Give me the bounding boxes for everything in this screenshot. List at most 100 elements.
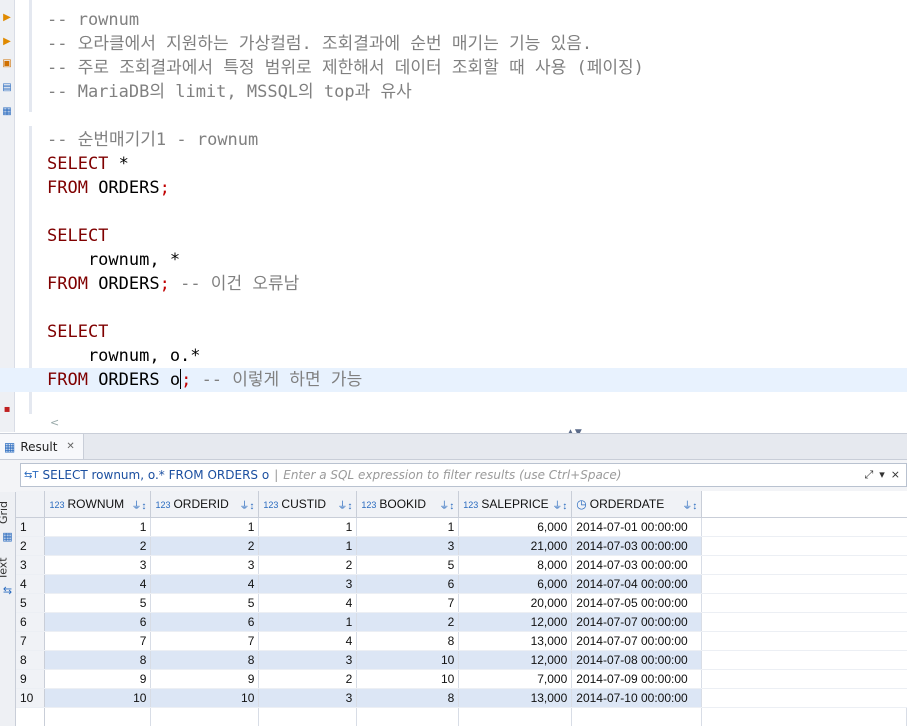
sql-editor[interactable]: ▶ ▶ ▣ ▤ ▦ ▭ ▪ -- rownum-- 오라클에서 지원하는 가상컬… — [0, 0, 907, 432]
cell-rownum[interactable]: 6 — [45, 613, 151, 632]
row-number[interactable]: 10 — [16, 689, 45, 708]
tab-grid[interactable]: Grid — [0, 496, 15, 530]
cell-bookid[interactable]: 7 — [357, 594, 459, 613]
cell-rownum[interactable]: 2 — [45, 537, 151, 556]
cell-bookid[interactable]: 10 — [357, 651, 459, 670]
cell-bookid[interactable]: 5 — [357, 556, 459, 575]
scroll-left-icon[interactable]: < — [50, 416, 59, 429]
code-line[interactable] — [47, 200, 907, 224]
row-number[interactable]: 1 — [16, 518, 45, 537]
cell-orderid[interactable]: 6 — [151, 613, 259, 632]
cell-custid[interactable]: 3 — [259, 651, 357, 670]
cell-rownum[interactable]: 7 — [45, 632, 151, 651]
code-line[interactable] — [47, 104, 907, 128]
table-row[interactable]: 5554720,0002014-07-05 00:00:00 — [16, 594, 907, 613]
table-row[interactable]: 333258,0002014-07-03 00:00:00 — [16, 556, 907, 575]
cell-orderid[interactable]: 5 — [151, 594, 259, 613]
execute-statement-icon[interactable]: ▶ — [1, 12, 13, 24]
code-line[interactable]: rownum, * — [47, 248, 907, 272]
cell-saleprice[interactable]: 20,000 — [459, 594, 572, 613]
cell-orderid[interactable]: 1 — [151, 518, 259, 537]
column-filter-sort-icon[interactable]: ⏚↕ — [682, 497, 697, 512]
tab-text[interactable]: Text — [0, 550, 15, 584]
export-icon[interactable]: ▦ — [1, 106, 13, 118]
cell-orderid[interactable]: 3 — [151, 556, 259, 575]
row-number[interactable]: 7 — [16, 632, 45, 651]
cell-bookid[interactable]: 2 — [357, 613, 459, 632]
cell-orderdate[interactable]: 2014-07-09 00:00:00 — [572, 670, 702, 689]
cell-rownum[interactable]: 5 — [45, 594, 151, 613]
column-filter-sort-icon[interactable]: ⏚↕ — [439, 497, 454, 512]
cell-saleprice[interactable]: 12,000 — [459, 613, 572, 632]
clear-filter-icon[interactable]: ⨯ — [891, 468, 900, 482]
cell-orderdate[interactable]: 2014-07-05 00:00:00 — [572, 594, 702, 613]
cell-saleprice[interactable]: 6,000 — [459, 575, 572, 594]
expand-filter-icon[interactable]: ⤢ — [864, 468, 873, 482]
cell-orderdate[interactable]: 2014-07-10 00:00:00 — [572, 689, 702, 708]
table-row[interactable]: 444366,0002014-07-04 00:00:00 — [16, 575, 907, 594]
cell-orderdate[interactable]: 2014-07-03 00:00:00 — [572, 537, 702, 556]
cell-bookid[interactable]: 8 — [357, 689, 459, 708]
row-number[interactable]: 9 — [16, 670, 45, 689]
load-plan-icon[interactable]: ▤ — [1, 82, 13, 94]
cell-custid[interactable]: 4 — [259, 632, 357, 651]
cell-saleprice[interactable]: 7,000 — [459, 670, 572, 689]
cell-saleprice[interactable]: 13,000 — [459, 689, 572, 708]
row-number[interactable]: 8 — [16, 651, 45, 670]
column-header[interactable]: 123SALEPRICE⏚↕ — [459, 491, 572, 518]
code-line[interactable]: -- 순번매기기1 - rownum — [47, 128, 907, 152]
cell-saleprice[interactable]: 21,000 — [459, 537, 572, 556]
column-filter-sort-icon[interactable]: ⏚↕ — [131, 497, 146, 512]
cell-orderdate[interactable]: 2014-07-04 00:00:00 — [572, 575, 702, 594]
column-header[interactable]: 123CUSTID⏚↕ — [259, 491, 357, 518]
code-line[interactable]: -- rownum — [47, 8, 907, 32]
table-row[interactable]: 6661212,0002014-07-07 00:00:00 — [16, 613, 907, 632]
cell-custid[interactable]: 4 — [259, 594, 357, 613]
cell-orderid[interactable]: 9 — [151, 670, 259, 689]
row-number[interactable]: 4 — [16, 575, 45, 594]
column-header[interactable]: ◷ORDERDATE⏚↕ — [572, 491, 702, 518]
cell-rownum[interactable]: 9 — [45, 670, 151, 689]
code-area[interactable]: -- rownum-- 오라클에서 지원하는 가상컬럼. 조회결과에 순번 매기… — [47, 8, 907, 392]
row-number[interactable]: 2 — [16, 537, 45, 556]
cell-orderdate[interactable]: 2014-07-07 00:00:00 — [572, 613, 702, 632]
cell-bookid[interactable]: 10 — [357, 670, 459, 689]
code-line[interactable]: SELECT — [47, 320, 907, 344]
table-row[interactable]: 2221321,0002014-07-03 00:00:00 — [16, 537, 907, 556]
cell-orderid[interactable]: 4 — [151, 575, 259, 594]
cell-saleprice[interactable]: 8,000 — [459, 556, 572, 575]
code-line[interactable]: FROM ORDERS; — [47, 176, 907, 200]
row-number[interactable]: 5 — [16, 594, 45, 613]
cell-rownum[interactable]: 10 — [45, 689, 151, 708]
maximize-panel-icon[interactable]: ▪ — [1, 404, 13, 416]
cell-custid[interactable]: 1 — [259, 613, 357, 632]
execute-script-icon[interactable]: ▶ — [1, 36, 13, 48]
filter-input[interactable]: Enter a SQL expression to filter results… — [283, 468, 864, 482]
cell-rownum[interactable]: 8 — [45, 651, 151, 670]
cell-custid[interactable]: 1 — [259, 537, 357, 556]
table-row[interactable]: 1010103813,0002014-07-10 00:00:00 — [16, 689, 907, 708]
cell-orderid[interactable]: 2 — [151, 537, 259, 556]
cell-bookid[interactable]: 1 — [357, 518, 459, 537]
column-filter-sort-icon[interactable]: ⏚↕ — [337, 497, 352, 512]
cell-orderdate[interactable]: 2014-07-07 00:00:00 — [572, 632, 702, 651]
table-row[interactable]: 7774813,0002014-07-07 00:00:00 — [16, 632, 907, 651]
grid-corner[interactable] — [16, 491, 45, 518]
code-line[interactable]: FROM ORDERS o; -- 이렇게 하면 가능 — [0, 368, 907, 392]
filter-history-icon[interactable]: ▾ — [879, 468, 885, 482]
code-line[interactable]: -- MariaDB의 limit, MSSQL의 top과 유사 — [47, 80, 907, 104]
cell-orderid[interactable]: 10 — [151, 689, 259, 708]
code-line[interactable]: FROM ORDERS; -- 이건 오류남 — [47, 272, 907, 296]
code-line[interactable]: SELECT — [47, 224, 907, 248]
cell-saleprice[interactable]: 12,000 — [459, 651, 572, 670]
column-filter-sort-icon[interactable]: ⏚↕ — [552, 497, 567, 512]
cell-orderdate[interactable]: 2014-07-03 00:00:00 — [572, 556, 702, 575]
explain-plan-icon[interactable]: ▣ — [1, 58, 13, 70]
row-number[interactable]: 6 — [16, 613, 45, 632]
table-row[interactable]: 111116,0002014-07-01 00:00:00 — [16, 518, 907, 537]
cell-orderdate[interactable]: 2014-07-01 00:00:00 — [572, 518, 702, 537]
code-line[interactable]: -- 주로 조회결과에서 특정 범위로 제한해서 데이터 조회할 때 사용 (페… — [47, 56, 907, 80]
cell-orderdate[interactable]: 2014-07-08 00:00:00 — [572, 651, 702, 670]
column-filter-sort-icon[interactable]: ⏚↕ — [239, 497, 254, 512]
close-icon[interactable]: ✕ — [66, 441, 74, 452]
